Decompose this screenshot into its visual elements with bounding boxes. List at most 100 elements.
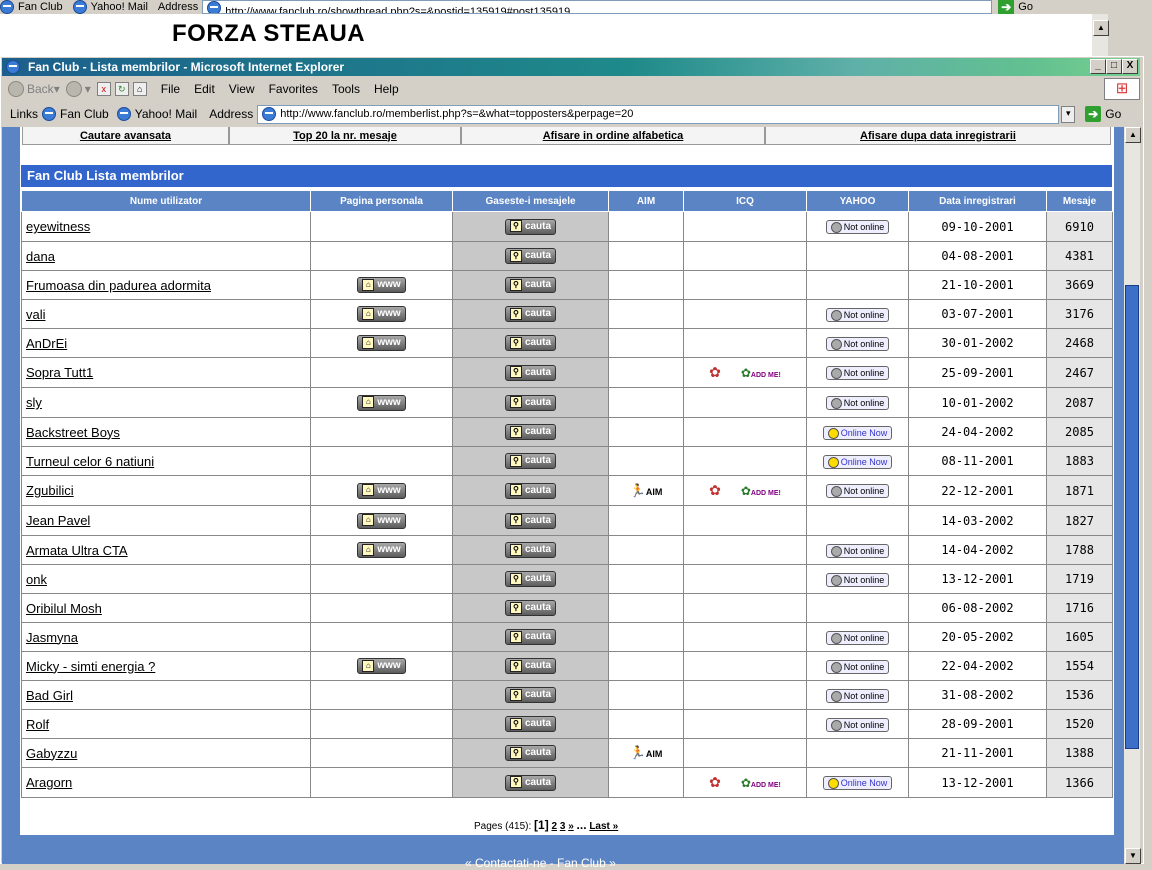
address-dropdown-icon[interactable]: ▾ [1061,105,1076,123]
nav-advanced-search[interactable]: Cautare avansata [22,127,229,145]
member-name-link[interactable]: Turneul celor 6 natiuni [26,454,154,469]
member-name-link[interactable]: Zgubilici [26,483,74,498]
search-posts-button[interactable]: ⚲ cauta [504,716,557,733]
close-button[interactable]: X [1122,59,1138,74]
forward-button[interactable]: ▾ [65,81,91,97]
icq-add-me-button[interactable]: ✿ADD ME! [741,776,781,790]
last-page-link[interactable]: Last » [589,821,618,832]
scrollbar-thumb[interactable] [1125,285,1139,749]
member-name-link[interactable]: Jasmyna [26,630,78,645]
search-posts-button[interactable]: ⚲ cauta [504,335,557,352]
yahoo-status-not-online[interactable]: Not online [825,307,890,322]
next-page-link[interactable]: » [568,821,574,832]
member-name-link[interactable]: sly [26,395,42,410]
member-name-link[interactable]: Bad Girl [26,688,73,703]
address-input[interactable]: http://www.fanclub.ro/memberlist.php?s=&… [257,104,1060,124]
menu-view[interactable]: View [229,82,255,96]
menu-file[interactable]: File [161,82,180,96]
search-posts-button[interactable]: ⚲ cauta [504,248,557,265]
back-button[interactable]: Back ▾ [8,81,60,97]
yahoo-status-not-online[interactable]: Not online [825,572,890,587]
yahoo-status-online[interactable]: Online Now [822,454,893,469]
minimize-button[interactable]: _ [1090,59,1106,74]
member-name-link[interactable]: Frumoasa din padurea adormita [26,278,211,293]
search-posts-button[interactable]: ⚲ cauta [504,306,557,323]
icq-flower-icon[interactable]: ✿ [709,774,721,790]
member-name-link[interactable]: onk [26,572,47,587]
homepage-button[interactable]: ⌂ www [357,542,406,559]
homepage-button[interactable]: ⌂ www [357,394,406,411]
yahoo-status-not-online[interactable]: Not online [825,543,890,558]
nav-alphabetical[interactable]: Afisare in ordine alfabetica [461,127,765,145]
search-posts-button[interactable]: ⚲ cauta [504,364,557,381]
homepage-button[interactable]: ⌂ www [357,482,406,499]
bg-scroll-up-arrow-icon[interactable]: ▲ [1093,20,1109,36]
yahoo-status-not-online[interactable]: Not online [825,717,890,732]
menu-help[interactable]: Help [374,82,399,96]
member-name-link[interactable]: dana [26,249,55,264]
homepage-button[interactable]: ⌂ www [357,277,406,294]
search-posts-button[interactable]: ⚲ cauta [504,277,557,294]
scroll-down-arrow-icon[interactable]: ▼ [1125,848,1141,864]
icq-flower-icon[interactable]: ✿ [709,482,721,498]
links-label[interactable]: Links [10,107,38,121]
go-button[interactable]: ➔ Go [1085,106,1121,122]
member-name-link[interactable]: Micky - simti energia ? [26,659,155,674]
search-posts-button[interactable]: ⚲ cauta [504,687,557,704]
search-posts-button[interactable]: ⚲ cauta [504,658,557,675]
member-name-link[interactable]: Armata Ultra CTA [26,543,128,558]
homepage-button[interactable]: ⌂ www [357,512,406,529]
homepage-button[interactable]: ⌂ www [357,658,406,675]
yahoo-status-online[interactable]: Online Now [822,425,893,440]
link-fanclub[interactable]: Fan Club [42,107,109,121]
refresh-icon[interactable]: ↻ [114,82,129,96]
yahoo-status-not-online[interactable]: Not online [825,484,890,499]
search-posts-button[interactable]: ⚲ cauta [504,453,557,470]
member-name-link[interactable]: AnDrEi [26,336,67,351]
member-name-link[interactable]: eyewitness [26,219,90,234]
member-name-link[interactable]: Gabyzzu [26,746,77,761]
search-posts-button[interactable]: ⚲ cauta [504,600,557,617]
search-posts-button[interactable]: ⚲ cauta [504,629,557,646]
aim-button[interactable]: 🏃AIM [630,483,663,498]
bg-go-button[interactable]: ➔ Go [998,0,1033,15]
menu-edit[interactable]: Edit [194,82,215,96]
yahoo-status-not-online[interactable]: Not online [825,366,890,381]
search-posts-button[interactable]: ⚲ cauta [504,774,557,791]
bg-link-fanclub[interactable]: Fan Club [0,0,63,14]
stop-icon[interactable]: x [96,82,111,96]
search-posts-button[interactable]: ⚲ cauta [504,218,557,235]
aim-button[interactable]: 🏃AIM [630,745,663,760]
search-posts-button[interactable]: ⚲ cauta [504,542,557,559]
icq-add-me-button[interactable]: ✿ADD ME! [741,366,781,380]
homepage-button[interactable]: ⌂ www [357,306,406,323]
search-posts-button[interactable]: ⚲ cauta [504,512,557,529]
member-name-link[interactable]: Backstreet Boys [26,425,120,440]
nav-top20[interactable]: Top 20 la nr. mesaje [229,127,461,145]
yahoo-status-online[interactable]: Online Now [822,776,893,791]
search-posts-button[interactable]: ⚲ cauta [504,424,557,441]
search-posts-button[interactable]: ⚲ cauta [504,394,557,411]
icq-add-me-button[interactable]: ✿ADD ME! [741,484,781,498]
yahoo-status-not-online[interactable]: Not online [825,688,890,703]
page-2-link[interactable]: 2 [552,821,558,832]
link-yahoo-mail[interactable]: Yahoo! Mail [116,107,197,121]
yahoo-status-not-online[interactable]: Not online [825,336,890,351]
bg-link-yahoo-mail[interactable]: Yahoo! Mail [72,0,148,14]
page-3-link[interactable]: 3 [560,821,566,832]
menu-favorites[interactable]: Favorites [269,82,318,96]
yahoo-status-not-online[interactable]: Not online [825,396,890,411]
yahoo-status-not-online[interactable]: Not online [825,630,890,645]
search-posts-button[interactable]: ⚲ cauta [504,482,557,499]
yahoo-status-not-online[interactable]: Not online [825,659,890,674]
search-posts-button[interactable]: ⚲ cauta [504,571,557,588]
member-name-link[interactable]: Aragorn [26,775,72,790]
bg-address-input[interactable]: http://www.fanclub.ro/showthread.php?s=&… [202,0,993,14]
nav-by-date[interactable]: Afisare dupa data inregistrarii [765,127,1111,145]
maximize-button[interactable]: □ [1106,59,1122,74]
homepage-button[interactable]: ⌂ www [357,335,406,352]
footer-links[interactable]: « Contactati-ne - Fan Club » [465,856,616,870]
icq-flower-icon[interactable]: ✿ [709,364,721,380]
window-titlebar[interactable]: Fan Club - Lista membrilor - Microsoft I… [2,58,1140,76]
member-name-link[interactable]: Rolf [26,717,49,732]
